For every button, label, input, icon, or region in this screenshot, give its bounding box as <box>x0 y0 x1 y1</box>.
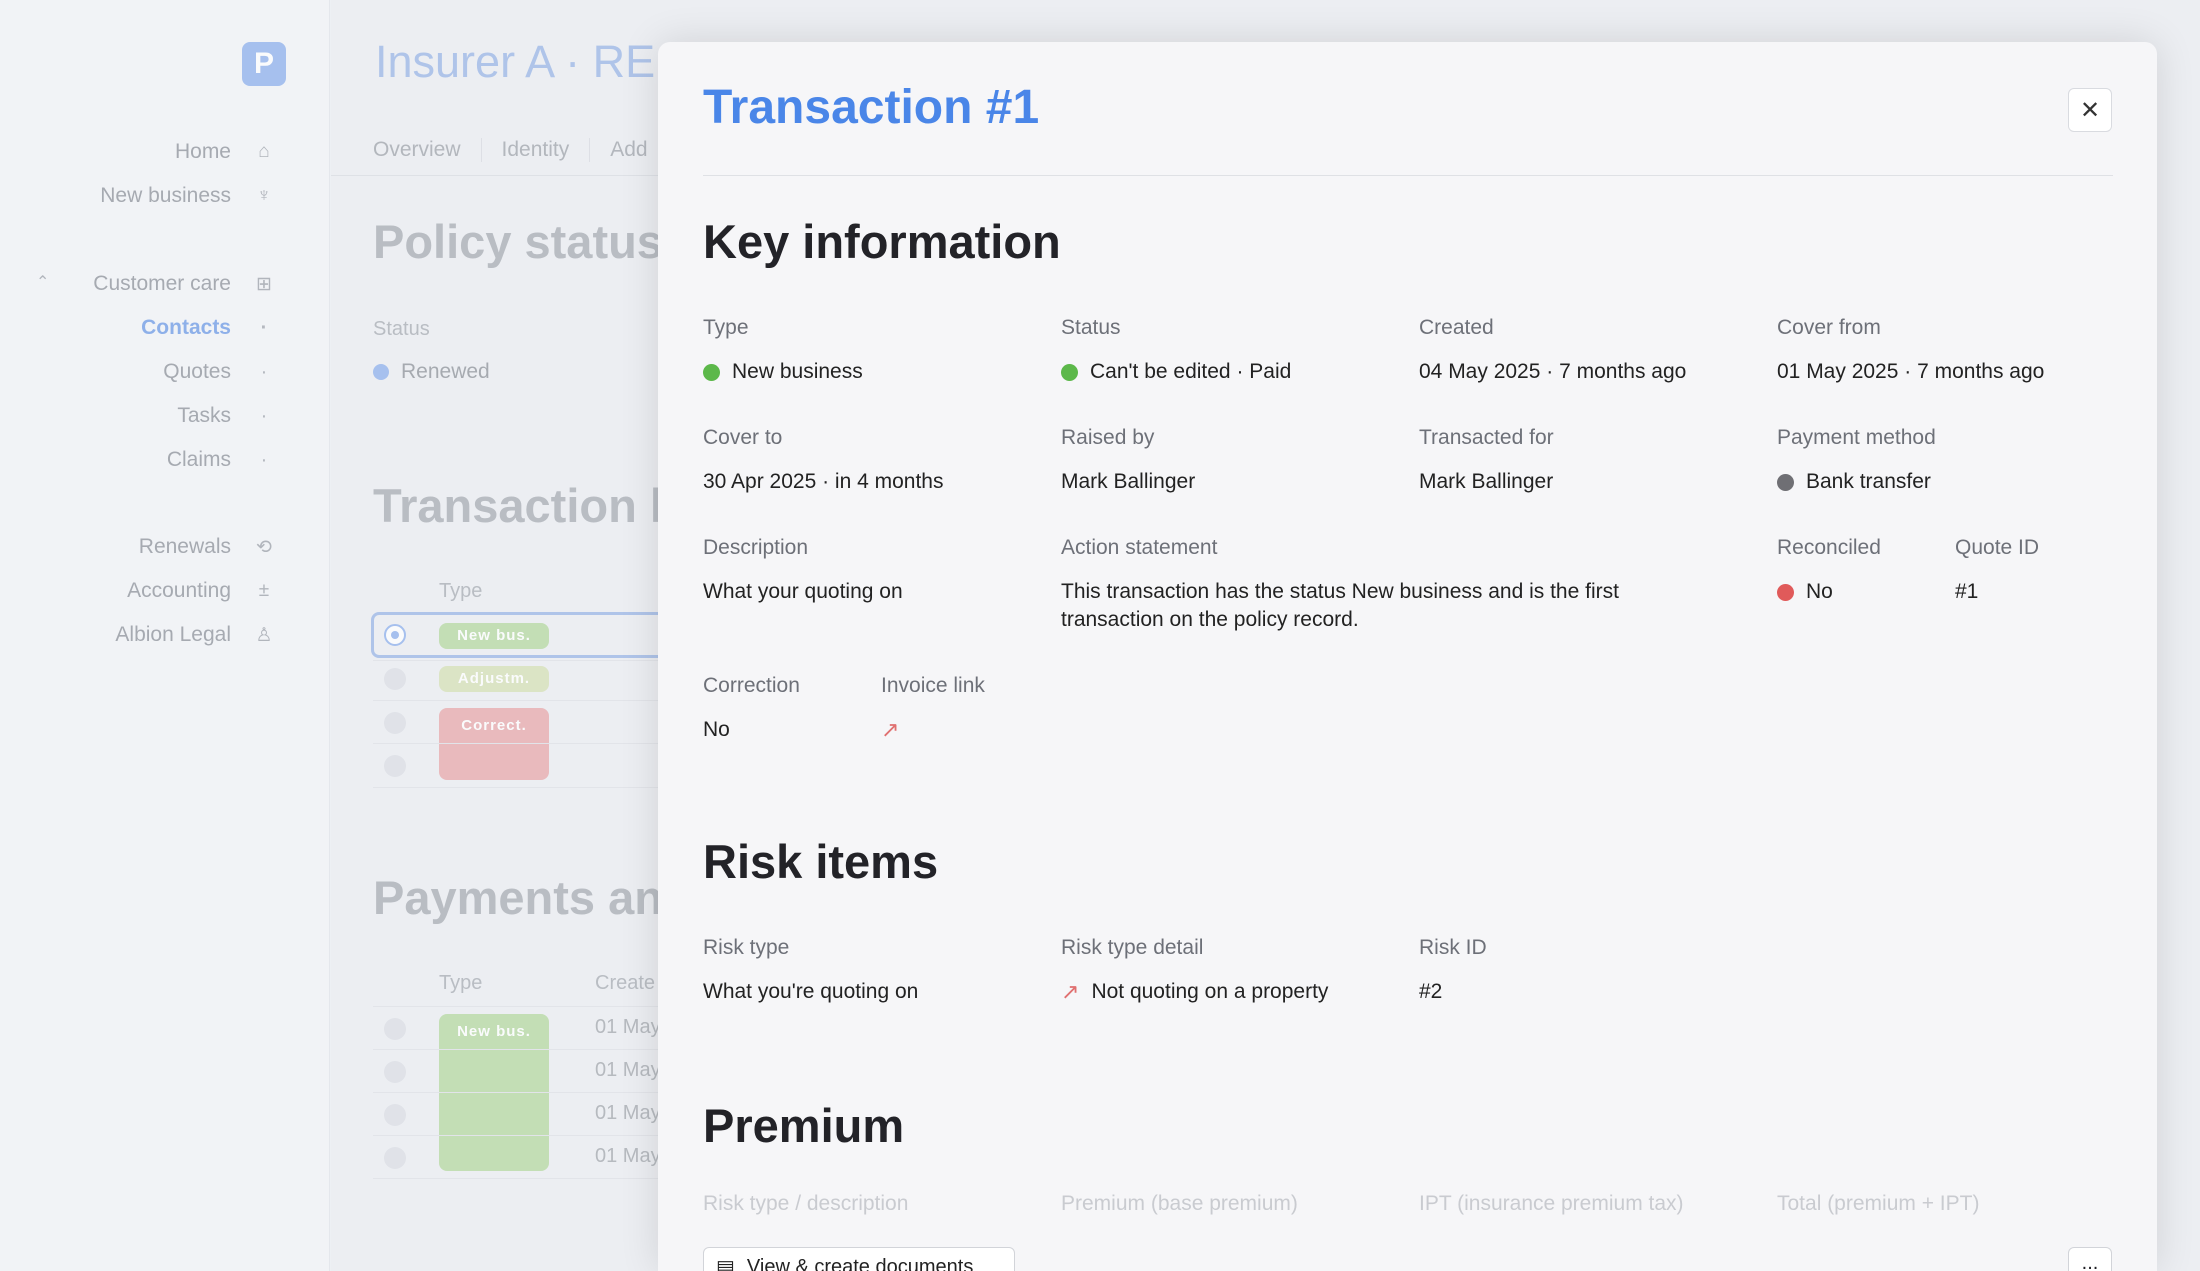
premium-table-header: Risk type / description Premium (base pr… <box>703 1192 2113 1232</box>
correction-label: Correction <box>703 674 800 697</box>
correction-value: No <box>703 718 730 741</box>
document-icon: ▤ <box>716 1256 735 1271</box>
reconciled-value: No <box>1777 578 1833 606</box>
risk-id-value: #2 <box>1419 980 1443 1003</box>
column-header: Total (premium + IPT) <box>1777 1192 1980 1215</box>
risk-type-value: What you're quoting on <box>703 980 919 1003</box>
raised-by-label: Raised by <box>1061 426 1155 449</box>
quote-id-label: Quote ID <box>1955 536 2040 559</box>
description-label: Description <box>703 536 809 559</box>
quote-id-value: #1 <box>1955 580 1979 603</box>
transacted-for-label: Transacted for <box>1419 426 1554 449</box>
status-dot-icon <box>1061 363 1078 381</box>
premium-heading: Premium <box>703 1099 905 1152</box>
cover-to-label: Cover to <box>703 426 783 449</box>
type-text: New business <box>732 360 863 383</box>
reconciled-text: No <box>1806 580 1833 603</box>
status-dot-icon <box>703 363 720 381</box>
cover-to-value: 30 Apr 2025 · in 4 months <box>703 470 944 493</box>
payment-method-value: Bank transfer <box>1777 468 1931 496</box>
status-text: Can't be edited · Paid <box>1090 360 1292 383</box>
status-value: Can't be edited · Paid <box>1061 358 1291 386</box>
column-header: IPT (insurance premium tax) <box>1419 1192 1684 1215</box>
description-value: What your quoting on <box>703 580 903 603</box>
action-statement-label: Action statement <box>1061 536 1218 559</box>
column-header: Risk type / description <box>703 1192 909 1215</box>
type-label: Type <box>703 316 749 339</box>
external-link-icon[interactable]: ↗ <box>881 716 899 744</box>
close-icon: ✕ <box>2079 96 2101 124</box>
action-statement-value: This transaction has the status New busi… <box>1061 580 1619 631</box>
cover-from-value: 01 May 2025 · 7 months ago <box>1777 360 2045 383</box>
risk-type-detail-text: Not quoting on a property <box>1091 980 1329 1003</box>
reconciled-label: Reconciled <box>1777 536 1881 559</box>
transaction-drawer: Transaction #1 ✕ Key information Type Ne… <box>658 42 2157 1271</box>
risk-items-heading: Risk items <box>703 835 939 888</box>
close-button[interactable]: ✕ <box>2068 88 2112 132</box>
button-label: View & create documents <box>746 1255 974 1271</box>
status-label: Status <box>1061 316 1121 339</box>
more-options-button[interactable]: ... <box>2068 1247 2112 1271</box>
status-dot-icon <box>1777 583 1794 601</box>
payment-method-text: Bank transfer <box>1806 470 1931 493</box>
payment-method-label: Payment method <box>1777 426 1936 449</box>
created-value: 04 May 2025 · 7 months ago <box>1419 360 1687 383</box>
created-label: Created <box>1419 316 1494 339</box>
type-value: New business <box>703 358 863 386</box>
risk-type-detail-label: Risk type detail <box>1061 936 1204 959</box>
drawer-title: Transaction #1 <box>703 81 1040 134</box>
external-link-icon: ↗ <box>1061 979 1080 1004</box>
risk-type-label: Risk type <box>703 936 790 959</box>
view-create-documents-button[interactable]: ▤ View & create documents <box>703 1247 1015 1271</box>
column-header: Premium (base premium) <box>1061 1192 1298 1215</box>
invoice-link-label: Invoice link <box>881 674 985 697</box>
risk-type-detail-value[interactable]: ↗ Not quoting on a property <box>1061 978 1328 1006</box>
raised-by-value: Mark Ballinger <box>1061 470 1196 493</box>
key-information-heading: Key information <box>703 215 1061 268</box>
divider <box>703 175 2113 176</box>
cover-from-label: Cover from <box>1777 316 1881 339</box>
transacted-for-value: Mark Ballinger <box>1419 470 1554 493</box>
status-dot-icon <box>1777 473 1794 491</box>
risk-id-label: Risk ID <box>1419 936 1487 959</box>
